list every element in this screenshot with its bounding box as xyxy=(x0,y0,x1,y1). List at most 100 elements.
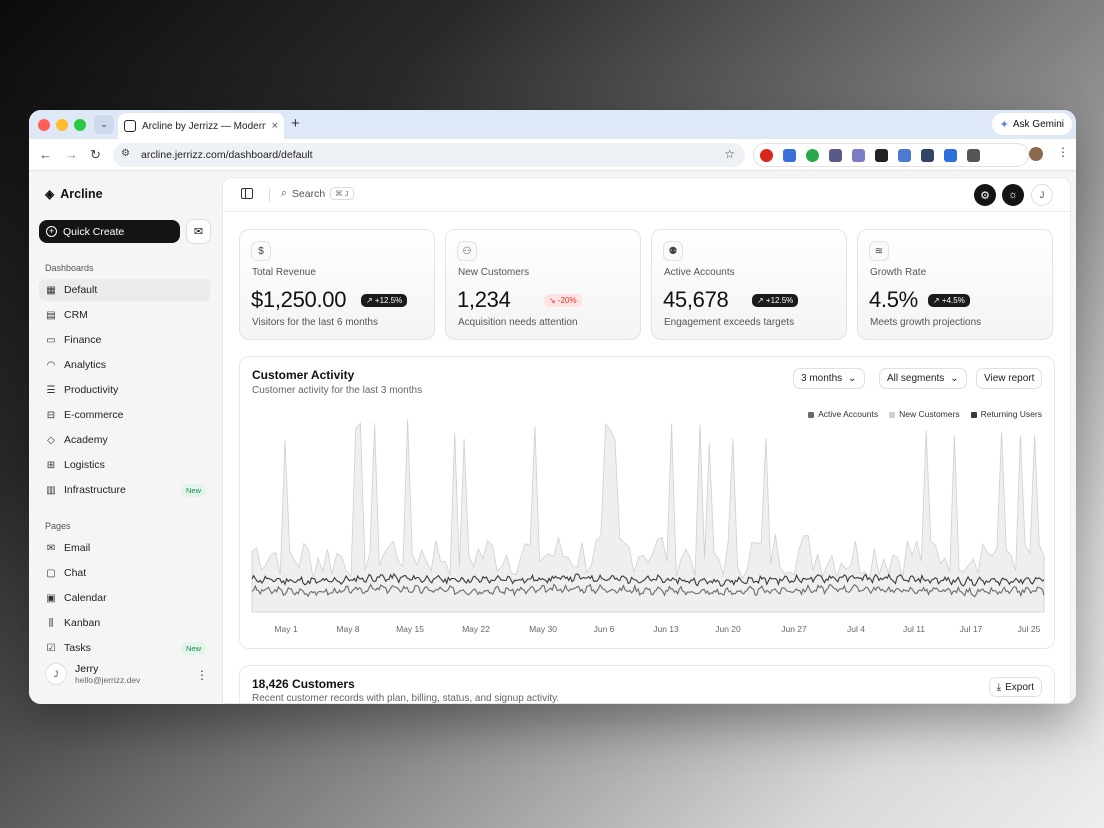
reload-icon[interactable]: ↻ xyxy=(90,147,101,163)
forward-arrow-icon[interactable]: → xyxy=(65,147,78,162)
extension-icon[interactable] xyxy=(944,148,957,162)
sidebar-toggle-icon[interactable] xyxy=(241,188,253,199)
x-tick-label: Jul 11 xyxy=(903,624,925,634)
avatar[interactable]: J xyxy=(1031,184,1053,206)
bookmark-star-icon[interactable]: ☆ xyxy=(724,147,735,161)
x-tick-label: Jun 20 xyxy=(715,624,741,634)
site-settings-icon[interactable]: ⚙ xyxy=(121,148,130,159)
sidebar-item-analytics[interactable]: ◠ Analytics xyxy=(39,354,210,376)
sidebar-item-label: Analytics xyxy=(64,359,107,371)
back-arrow-icon[interactable]: ← xyxy=(39,147,52,162)
close-window-button[interactable] xyxy=(38,119,50,131)
truck-icon: ⊞ xyxy=(46,459,56,471)
extension-icon[interactable] xyxy=(875,148,888,162)
x-tick-label: May 22 xyxy=(462,624,490,634)
sidebar-item-productivity[interactable]: ☰ Productivity xyxy=(39,379,210,401)
list-checks-icon: ☰ xyxy=(46,384,56,396)
extension-icon[interactable] xyxy=(760,148,773,162)
sidebar-item-default[interactable]: ▦ Default xyxy=(39,279,210,301)
x-tick-label: Jun 13 xyxy=(653,624,679,634)
banknote-icon: ▭ xyxy=(46,334,56,346)
sidebar-item-e-commerce[interactable]: ⊟ E-commerce xyxy=(39,404,210,426)
user-name: Jerry xyxy=(75,663,99,675)
chevron-down-icon: ⌄ xyxy=(100,119,108,129)
sidebar-item-finance[interactable]: ▭ Finance xyxy=(39,329,210,351)
sidebar-item-tasks[interactable]: ☑ Tasks New xyxy=(39,637,210,659)
pages-section-label: Pages xyxy=(45,521,71,531)
extension-icon[interactable] xyxy=(783,148,796,162)
search-shortcut: ⌘ J xyxy=(330,187,354,200)
extension-icon[interactable] xyxy=(806,148,819,162)
url-text: arcline.jerrizz.com/dashboard/default xyxy=(141,149,313,161)
shopping-bag-icon: ⊟ xyxy=(46,409,56,421)
sidebar-item-logistics[interactable]: ⊞ Logistics xyxy=(39,454,210,476)
kpi-card: ⚉ Active Accounts 45,678 ↗ +12.5% Engagement… xyxy=(651,229,847,340)
sidebar-item-chat[interactable]: ▢ Chat xyxy=(39,562,210,584)
mail-icon: ✉ xyxy=(193,226,204,238)
sidebar-item-crm[interactable]: ▤ CRM xyxy=(39,304,210,326)
browser-tab[interactable]: Arcline by Jerrizz — Modern D × xyxy=(118,113,284,139)
top-bar: ⌕ Search ⌘ J ⚙ ☼ J xyxy=(223,178,1070,212)
extensions-bar xyxy=(753,143,1029,167)
x-tick-label: Jul 25 xyxy=(1018,624,1041,634)
sidebar-item-label: CRM xyxy=(64,309,88,321)
ask-gemini-button[interactable]: ✦ Ask Gemini xyxy=(991,113,1072,135)
sidebar-item-label: E-commerce xyxy=(64,409,124,421)
favicon-icon xyxy=(124,120,136,132)
sun-icon: ☼ xyxy=(1007,189,1019,201)
card-title: 18,426 Customers xyxy=(252,677,355,691)
users-icon: ⚉ xyxy=(663,241,683,261)
maximize-window-button[interactable] xyxy=(74,119,86,131)
settings-button[interactable]: ⚙ xyxy=(974,184,996,206)
inbox-button[interactable]: ✉ xyxy=(186,219,211,244)
extension-icon[interactable] xyxy=(898,148,911,162)
trend-badge: ↗ +4.5% xyxy=(928,294,970,307)
minimize-window-button[interactable] xyxy=(56,119,68,131)
kpi-value: 45,678 xyxy=(663,287,729,312)
theme-toggle-button[interactable]: ☼ xyxy=(1002,184,1024,206)
new-tab-button[interactable]: + xyxy=(291,115,300,132)
sidebar-item-infrastructure[interactable]: ▥ Infrastructure New xyxy=(39,479,210,501)
extension-icon[interactable] xyxy=(852,148,865,162)
sidebar-item-label: Kanban xyxy=(64,617,101,629)
search-button[interactable]: ⌕ Search ⌘ J xyxy=(281,187,354,200)
brand[interactable]: ◈ Arcline xyxy=(45,187,103,201)
x-tick-label: Jun 6 xyxy=(594,624,615,634)
main-content: ⌕ Search ⌘ J ⚙ ☼ J $ Total Revenue $1,250.… xyxy=(222,177,1071,704)
export-button[interactable]: ⤓ Export xyxy=(988,677,1042,697)
sidebar-item-label: Calendar xyxy=(64,592,107,604)
sidebar-item-email[interactable]: ✉ Email xyxy=(39,537,210,559)
avatar: J xyxy=(45,663,67,685)
quick-create-button[interactable]: + Quick Create xyxy=(39,220,180,243)
search-label: Search xyxy=(291,187,326,200)
bar-chart-icon: ▤ xyxy=(46,309,56,321)
new-badge: New xyxy=(180,483,206,497)
layers-logo-icon: ◈ xyxy=(45,187,55,201)
extension-icon[interactable] xyxy=(829,148,842,162)
series-area-new-customers xyxy=(251,419,1045,613)
sidebar-item-kanban[interactable]: ⫼ Kanban xyxy=(39,612,210,634)
url-omnibox[interactable]: ⚙ arcline.jerrizz.com/dashboard/default … xyxy=(113,143,745,167)
x-tick-label: May 15 xyxy=(396,624,424,634)
sidebar-item-label: Chat xyxy=(64,567,87,579)
sidebar-item-label: Productivity xyxy=(64,384,119,396)
sidebar-item-calendar[interactable]: ▣ Calendar xyxy=(39,587,210,609)
new-badge: New xyxy=(180,641,206,655)
user-menu-icon[interactable]: ⋮ xyxy=(196,668,208,682)
extension-icon[interactable] xyxy=(921,148,934,162)
kpi-subtext: Acquisition needs attention xyxy=(458,317,578,328)
sidebar-item-academy[interactable]: ◇ Academy xyxy=(39,429,210,451)
x-tick-label: Jun 27 xyxy=(781,624,807,634)
user-profile[interactable]: J Jerry hello@jerrizz.dev xyxy=(45,663,140,685)
divider xyxy=(269,188,270,202)
message-square-icon: ▢ xyxy=(46,567,56,579)
profile-avatar-icon[interactable] xyxy=(1029,147,1043,161)
browser-menu-icon[interactable]: ⋮ xyxy=(1057,145,1069,159)
card-subtitle: Recent customer records with plan, billi… xyxy=(252,693,560,704)
tab-search-button[interactable]: ⌄ xyxy=(94,115,114,134)
extension-icon[interactable] xyxy=(967,148,980,162)
sidebar: ◈ Arcline + Quick Create ✉ Dashboards ▦ D… xyxy=(29,171,221,704)
kpi-subtext: Visitors for the last 6 months xyxy=(252,317,378,328)
kpi-value: $1,250.00 xyxy=(251,287,347,312)
close-tab-icon[interactable]: × xyxy=(272,120,278,132)
